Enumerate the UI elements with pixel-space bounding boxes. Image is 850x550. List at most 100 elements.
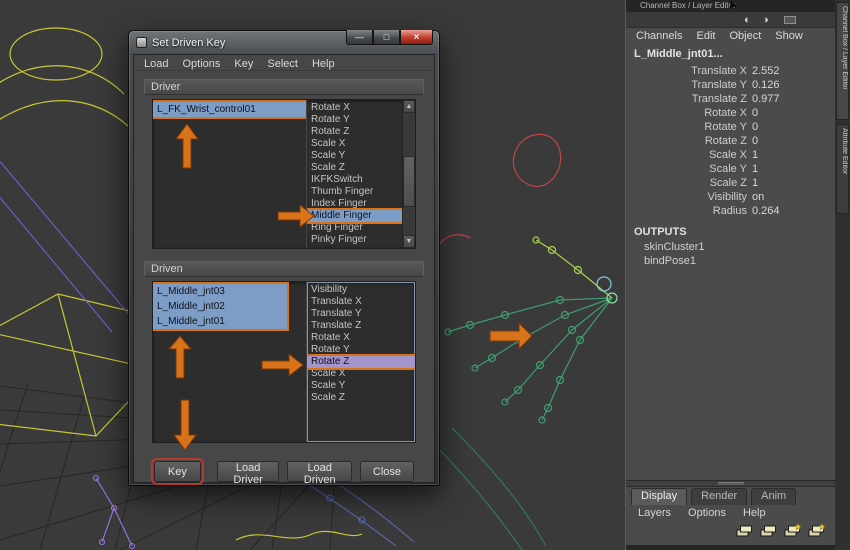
channel-name[interactable]: Rotate Y <box>626 120 752 134</box>
driven-attribute-item[interactable]: Translate X <box>307 296 415 308</box>
driven-attribute-item[interactable]: Visibility <box>307 284 415 296</box>
channel-name[interactable]: Scale Z <box>626 176 752 190</box>
driven-object-item[interactable]: L_Middle_jnt01 <box>153 314 287 329</box>
minimize-button[interactable]: — <box>346 30 373 45</box>
menu-channels[interactable]: Channels <box>636 30 682 46</box>
tab-channel-box-layer-editor[interactable]: Channel Box / Layer Editor <box>836 2 849 120</box>
channel-row: Scale Z1 <box>626 176 835 190</box>
scrollbar-track[interactable] <box>403 113 415 235</box>
new-layer-star-icon[interactable] <box>807 523 827 539</box>
channel-name[interactable]: Visibility <box>626 190 752 204</box>
load-driven-button[interactable]: Load Driven <box>287 461 352 486</box>
driver-attribute-item[interactable]: Index Finger <box>307 198 402 210</box>
menu-select[interactable]: Select <box>267 58 298 70</box>
menu-load[interactable]: Load <box>144 58 168 70</box>
channel-name[interactable]: Rotate Z <box>626 134 752 148</box>
tab-anim[interactable]: Anim <box>751 488 797 505</box>
channel-value[interactable]: 2.552 <box>752 64 780 78</box>
driven-object-item[interactable]: L_Middle_jnt03 <box>153 284 287 299</box>
channel-name[interactable]: Scale X <box>626 148 752 162</box>
tab-attribute-editor[interactable]: Attribute Editor <box>836 124 849 214</box>
channel-list: Translate X 2.552 Translate Y 0.126 Transl… <box>626 64 835 218</box>
splitter-grip-icon <box>717 482 744 485</box>
menu-layers[interactable]: Layers <box>638 507 671 519</box>
driver-attribute-item[interactable]: Rotate Z <box>307 126 402 138</box>
driver-attribute-item[interactable]: Thumb Finger <box>307 186 402 198</box>
driven-attribute-item[interactable]: Rotate Y <box>307 344 415 356</box>
driver-object-item[interactable]: L_FK_Wrist_control01 <box>153 100 306 119</box>
driven-object-selection: L_Middle_jnt03 L_Middle_jnt02 L_Middle_j… <box>153 282 289 331</box>
channel-name[interactable]: Translate Z <box>626 92 752 106</box>
driver-attribute-item[interactable]: Pinky Finger <box>307 234 402 246</box>
output-node[interactable]: skinCluster1 <box>644 241 705 253</box>
driver-attribute-item[interactable]: Rotate X <box>307 102 402 114</box>
channel-value[interactable]: 0.126 <box>752 78 780 92</box>
driven-attribute-item[interactable]: Translate Z <box>307 320 415 332</box>
gauge-icon[interactable]: ◐ <box>744 13 751 27</box>
new-layer-star-icon[interactable] <box>783 523 803 539</box>
driver-attribute-item[interactable]: Scale Y <box>307 150 402 162</box>
new-layer-icon[interactable] <box>735 523 755 539</box>
channel-value[interactable]: 0 <box>752 120 758 134</box>
driven-attribute-item[interactable]: Translate Y <box>307 308 415 320</box>
channel-value[interactable]: 1 <box>752 148 758 162</box>
driver-attribute-item[interactable]: Rotate Y <box>307 114 402 126</box>
close-button[interactable]: × <box>400 30 433 45</box>
driver-attribute-item[interactable]: IKFKSwitch <box>307 174 402 186</box>
driven-object-list[interactable]: L_Middle_jnt03 L_Middle_jnt02 L_Middle_j… <box>153 282 307 442</box>
menu-object[interactable]: Object <box>729 30 761 46</box>
channel-name[interactable]: Translate X <box>626 64 752 78</box>
scroll-up-icon[interactable]: ▲ <box>403 100 415 113</box>
driver-attribute-item[interactable]: Scale X <box>307 138 402 150</box>
channel-value[interactable]: 0.977 <box>752 92 780 106</box>
key-button[interactable]: Key <box>151 458 204 485</box>
driven-attribute-item-selected[interactable]: Rotate Z <box>307 354 415 370</box>
channel-row: Translate X 2.552 <box>626 64 835 78</box>
menu-options[interactable]: Options <box>688 507 726 519</box>
channel-value[interactable]: 0.264 <box>752 204 780 218</box>
channel-value[interactable]: 0 <box>752 134 758 148</box>
channel-name[interactable]: Radius <box>626 204 752 218</box>
load-driver-button[interactable]: Load Driver <box>216 461 280 486</box>
menu-key[interactable]: Key <box>234 58 253 70</box>
driver-attribute-item[interactable]: Ring Finger <box>307 222 402 234</box>
scrollbar-thumb[interactable] <box>403 155 415 207</box>
driver-attribute-item-selected[interactable]: Middle Finger <box>307 208 402 224</box>
panel-icon[interactable] <box>784 16 796 24</box>
layer-buttons <box>735 523 827 539</box>
driven-attribute-list[interactable]: Visibility Translate X Translate Y Trans… <box>307 282 415 442</box>
contrast-icon[interactable]: ◑ <box>762 13 769 27</box>
maximize-button[interactable]: □ <box>373 30 400 45</box>
driven-attribute-item[interactable]: Scale Z <box>307 392 415 404</box>
channel-value[interactable]: on <box>752 190 764 204</box>
menu-help[interactable]: Help <box>743 507 766 519</box>
channel-value[interactable]: 0 <box>752 106 758 120</box>
driver-attribute-list[interactable]: Rotate X Rotate Y Rotate Z Scale X Scale… <box>307 100 402 248</box>
channel-name[interactable]: Scale Y <box>626 162 752 176</box>
driver-object-list[interactable]: L_FK_Wrist_control01 <box>153 100 307 248</box>
panel-splitter[interactable] <box>626 480 835 487</box>
new-layer-icon[interactable] <box>759 523 779 539</box>
menu-options[interactable]: Options <box>182 58 220 70</box>
tab-display[interactable]: Display <box>631 488 688 505</box>
close-dialog-button[interactable]: Close <box>359 461 414 482</box>
menu-help[interactable]: Help <box>312 58 335 70</box>
hand-skeleton <box>444 236 618 424</box>
channel-row: Visibility on <box>626 190 835 204</box>
menu-edit[interactable]: Edit <box>696 30 715 46</box>
driver-attribute-scrollbar[interactable]: ▲ ▼ <box>402 100 415 248</box>
dialog-titlebar[interactable]: Set Driven Key — □ × <box>133 30 435 54</box>
channel-value[interactable]: 1 <box>752 162 758 176</box>
channel-name[interactable]: Rotate X <box>626 106 752 120</box>
driver-attribute-item[interactable]: Scale Z <box>307 162 402 174</box>
driven-attribute-item[interactable]: Rotate X <box>307 332 415 344</box>
driven-attribute-item[interactable]: Scale X <box>307 368 415 380</box>
output-node[interactable]: bindPose1 <box>644 255 696 267</box>
channel-name[interactable]: Translate Y <box>626 78 752 92</box>
menu-show[interactable]: Show <box>775 30 803 46</box>
tab-render[interactable]: Render <box>691 488 748 505</box>
channel-value[interactable]: 1 <box>752 176 758 190</box>
scroll-down-icon[interactable]: ▼ <box>403 235 415 248</box>
driven-attribute-item[interactable]: Scale Y <box>307 380 415 392</box>
driven-object-item[interactable]: L_Middle_jnt02 <box>153 299 287 314</box>
